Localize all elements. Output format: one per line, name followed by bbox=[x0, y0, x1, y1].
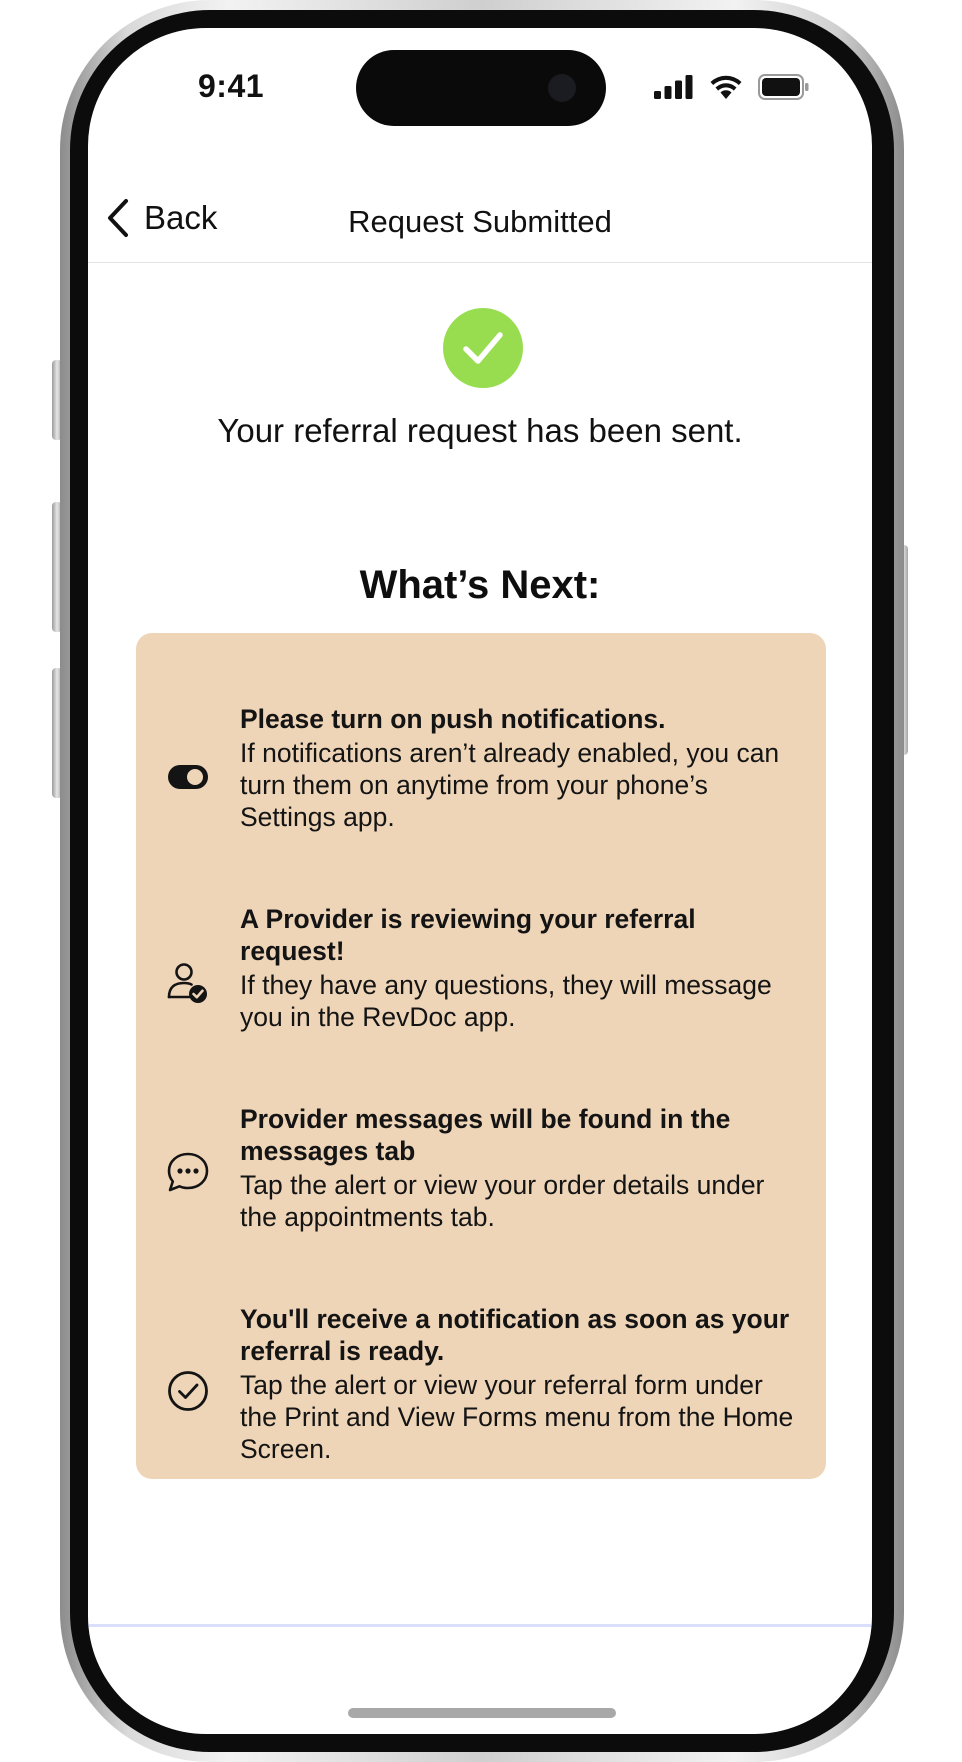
chat-bubble-icon bbox=[164, 1149, 212, 1197]
wifi-icon bbox=[710, 75, 742, 99]
bottom-divider bbox=[88, 1624, 872, 1627]
step-body: Tap the alert or view your referral form… bbox=[240, 1370, 794, 1464]
page-title: Request Submitted bbox=[348, 204, 612, 239]
step-title: You'll receive a notification as soon as… bbox=[240, 1304, 790, 1366]
step-text: Provider messages will be found in the m… bbox=[240, 1103, 796, 1233]
battery-icon bbox=[758, 74, 809, 100]
camera-icon bbox=[548, 74, 576, 102]
phone-screen: 9:41 Back Request Submitted Your referra… bbox=[88, 28, 872, 1734]
home-indicator[interactable] bbox=[348, 1708, 616, 1718]
status-time: 9:41 bbox=[198, 68, 265, 104]
confirmation-message: Your referral request has been sent. bbox=[217, 412, 743, 449]
status-icons bbox=[654, 74, 810, 100]
step-text: Please turn on push notifications. If no… bbox=[240, 703, 796, 833]
toggle-icon bbox=[164, 753, 212, 801]
step-text: You'll receive a notification as soon as… bbox=[240, 1303, 796, 1465]
step-title: Please turn on push notifications. bbox=[240, 704, 666, 734]
step-title: Provider messages will be found in the m… bbox=[240, 1104, 731, 1166]
signal-icon bbox=[654, 75, 693, 99]
check-circle-icon bbox=[443, 308, 523, 388]
step-body: Tap the alert or view your order details… bbox=[240, 1170, 765, 1232]
dynamic-island bbox=[356, 50, 606, 126]
step-text: A Provider is reviewing your referral re… bbox=[240, 903, 796, 1033]
step-title: A Provider is reviewing your referral re… bbox=[240, 904, 696, 966]
step-body: If they have any questions, they will me… bbox=[240, 970, 772, 1032]
whats-next-card: Please turn on push notifications. If no… bbox=[136, 633, 826, 1479]
step-body: If notifications aren’t already enabled,… bbox=[240, 738, 780, 832]
whats-next-heading: What’s Next: bbox=[359, 563, 601, 607]
check-circle-outline-icon bbox=[164, 1367, 212, 1415]
user-check-icon bbox=[164, 959, 212, 1007]
navigation-bar: Back Request Submitted bbox=[88, 178, 872, 263]
